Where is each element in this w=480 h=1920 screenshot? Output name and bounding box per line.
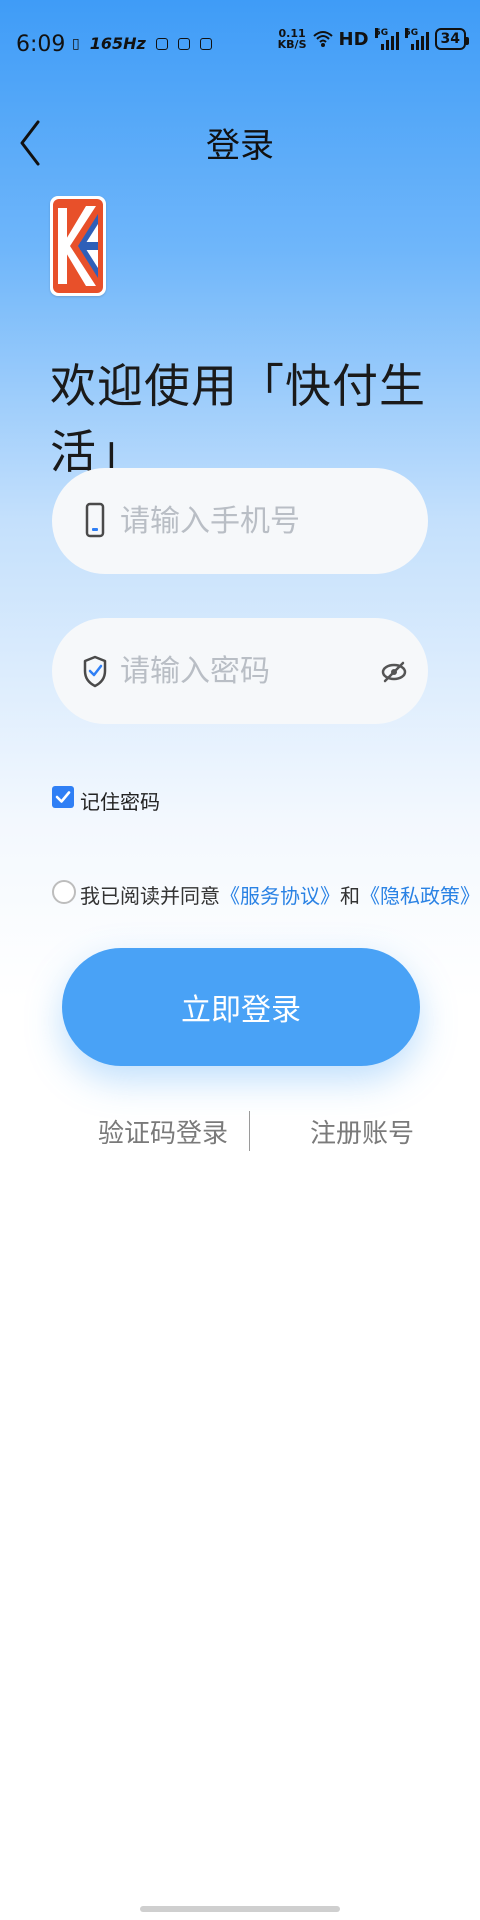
eye-off-icon[interactable] [380,658,408,686]
logo-icon [53,199,103,293]
shield-check-icon [83,655,107,688]
phone-input[interactable] [110,468,380,574]
page-title: 登录 [206,126,274,166]
app-logo [50,196,106,296]
refresh-rate: 165Hz [89,34,146,53]
password-input[interactable] [110,618,380,724]
check-icon [55,791,71,803]
agreement-prefix: 我已阅读并同意 [80,884,220,908]
signal-icon: 5G [374,28,399,50]
agreement-text: 我已阅读并同意《服务协议》和《隐私政策》 [80,880,480,909]
phone-field[interactable] [52,468,428,574]
sms-login-link[interactable]: 验证码登录 [98,1113,228,1150]
remember-checkbox[interactable] [52,786,74,808]
signal-icon: 5G [404,28,429,50]
agreement-radio[interactable] [52,880,76,904]
home-indicator[interactable] [140,1906,340,1912]
phone-icon [85,502,105,538]
battery-icon: 34 [434,28,470,50]
login-button[interactable]: 立即登录 [62,948,420,1066]
remember-label[interactable]: 记住密码 [80,786,160,815]
agreement-conjunction: 和 [340,884,360,908]
status-time: 6:09 [16,32,66,57]
service-agreement-link[interactable]: 《服务协议》 [220,884,340,908]
privacy-policy-link[interactable]: 《隐私政策》 [360,884,480,908]
status-left-icons: ▯ 165Hz [72,34,212,53]
status-right-icons: 0.11 KB/S HD 5G 5G 34 [277,27,470,51]
divider [249,1111,250,1151]
notification-icon [199,37,212,50]
notification-icon [177,37,190,50]
wifi-icon [312,31,333,47]
password-field[interactable] [52,618,428,724]
vibrate-icon: ▯ [72,35,80,52]
hd-indicator: HD [338,28,369,50]
welcome-heading: 欢迎使用「快付生活」 [50,359,426,479]
status-bar: 6:09 ▯ 165Hz 0.11 KB/S HD 5G 5G 34 [0,0,480,90]
notification-icon [155,37,168,50]
register-link[interactable]: 注册账号 [310,1113,414,1150]
network-speed: 0.11 KB/S [277,27,307,51]
